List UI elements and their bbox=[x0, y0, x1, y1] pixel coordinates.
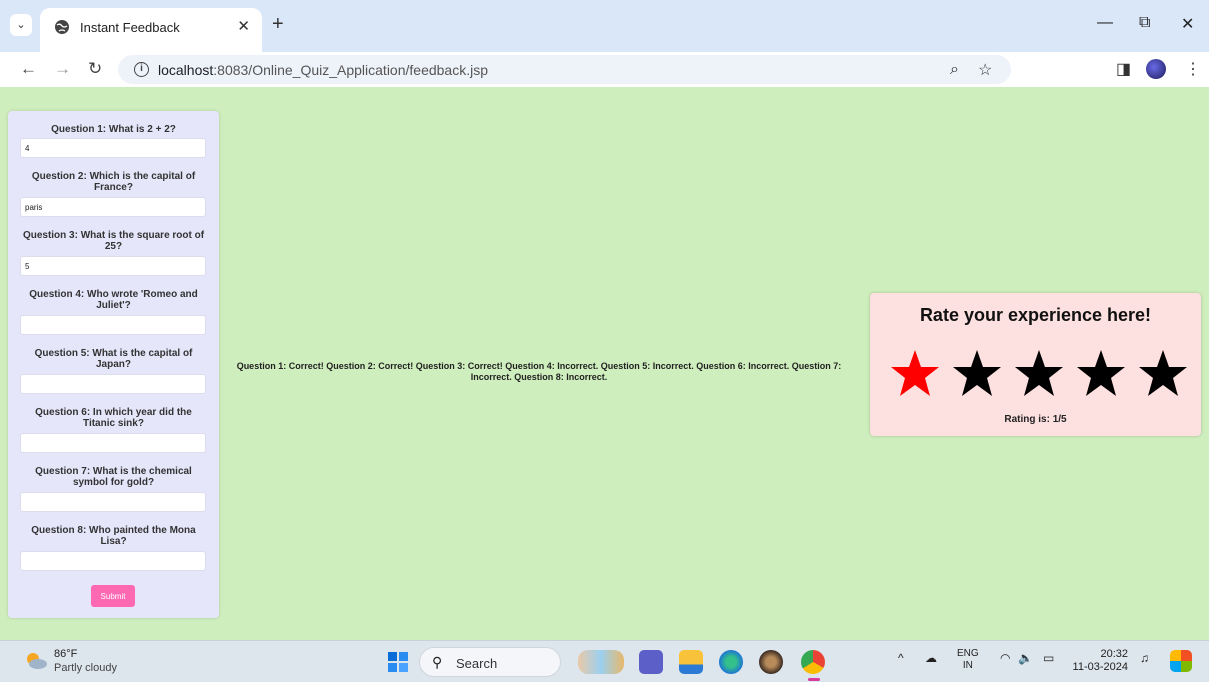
chrome-icon[interactable] bbox=[801, 650, 825, 674]
rating-card: Rate your experience here! Rating is: 1/… bbox=[870, 293, 1201, 436]
onedrive-icon[interactable]: ☁ bbox=[925, 651, 937, 665]
url-host: localhost bbox=[158, 62, 214, 78]
star-3-icon[interactable] bbox=[1014, 348, 1064, 398]
star-2-icon[interactable] bbox=[952, 348, 1002, 398]
file-explorer-icon[interactable] bbox=[679, 650, 703, 674]
question-1-input[interactable] bbox=[20, 138, 206, 158]
zoom-icon[interactable]: ⌕ bbox=[950, 61, 959, 79]
weather-description[interactable]: Partly cloudy bbox=[54, 662, 117, 674]
star-1-icon[interactable] bbox=[890, 348, 940, 398]
star-rating bbox=[890, 348, 1190, 400]
region-code: IN bbox=[962, 660, 973, 671]
restore-icon[interactable]: ⧉ bbox=[1139, 14, 1150, 32]
rating-value-text: Rating is: 1/5 bbox=[1004, 414, 1067, 425]
browser-toolbar: ← → ↻ i localhost:8083/Online_Quiz_Appli… bbox=[0, 52, 1209, 87]
taskbar-search[interactable]: ⚲ Search bbox=[419, 647, 561, 677]
url-path: :8083/Online_Quiz_Application/feedback.j… bbox=[213, 62, 489, 78]
url-text: localhost:8083/Online_Quiz_Application/f… bbox=[158, 62, 488, 78]
show-hidden-icons-icon[interactable]: ^ bbox=[898, 651, 904, 665]
clock[interactable]: 20:32 11-03-2024 bbox=[1070, 648, 1128, 674]
clock-time: 20:32 bbox=[1100, 648, 1128, 660]
partly-cloudy-icon bbox=[27, 653, 47, 669]
question-5-label: Question 5: What is the capital of Japan… bbox=[34, 348, 193, 370]
globe-icon bbox=[55, 20, 69, 34]
clock-date: 11-03-2024 bbox=[1072, 661, 1128, 673]
weather-temperature[interactable]: 86°F bbox=[54, 648, 77, 660]
question-6-label: Question 6: In which year did the Titani… bbox=[35, 407, 192, 429]
notification-bell-icon[interactable]: ♫ bbox=[1140, 651, 1149, 665]
windows-start-icon[interactable] bbox=[388, 652, 408, 672]
input-language[interactable]: ENG IN bbox=[957, 648, 979, 672]
volume-icon[interactable]: 🔈 bbox=[1018, 651, 1033, 665]
app-icon[interactable] bbox=[759, 650, 783, 674]
site-info-icon[interactable]: i bbox=[134, 62, 149, 77]
search-icon: ⚲ bbox=[432, 654, 443, 670]
question-3-input[interactable] bbox=[20, 256, 206, 276]
widgets-icon[interactable] bbox=[578, 650, 624, 674]
question-7-input[interactable] bbox=[20, 492, 206, 512]
question-1-label: Question 1: What is 2 + 2? bbox=[51, 124, 176, 135]
question-3-label: Question 3: What is the square root of 2… bbox=[22, 230, 205, 252]
browser-tab[interactable]: Instant Feedback ✕ bbox=[40, 8, 262, 52]
question-2-label: Question 2: Which is the capital of Fran… bbox=[31, 171, 196, 193]
forward-arrow-icon[interactable]: → bbox=[54, 59, 71, 79]
reload-icon[interactable]: ↻ bbox=[88, 59, 102, 79]
question-8-label: Question 8: Who painted the Mona Lisa? bbox=[31, 525, 196, 547]
rating-title: Rate your experience here! bbox=[919, 305, 1152, 325]
quiz-results-text: Question 1: Correct! Question 2: Correct… bbox=[236, 361, 842, 382]
tab-search-dropdown-icon[interactable]: ⌄ bbox=[10, 14, 32, 36]
active-app-indicator bbox=[808, 678, 820, 681]
quiz-form: Question 1: What is 2 + 2? Question 2: W… bbox=[8, 111, 219, 618]
question-4-input[interactable] bbox=[20, 315, 206, 335]
star-5-icon[interactable] bbox=[1138, 348, 1188, 398]
question-5-input[interactable] bbox=[20, 374, 206, 394]
windows-taskbar: 86°F Partly cloudy ⚲ Search ^ ☁ ENG IN ◠… bbox=[0, 640, 1209, 682]
new-tab-icon[interactable]: + bbox=[272, 13, 284, 35]
bookmark-star-icon[interactable]: ☆ bbox=[978, 60, 992, 80]
copilot-icon[interactable] bbox=[1170, 650, 1192, 672]
side-panel-icon[interactable]: ◨ bbox=[1116, 59, 1131, 79]
question-4-label: Question 4: Who wrote 'Romeo and Juliet'… bbox=[29, 289, 198, 311]
browser-tab-bar: ⌄ Instant Feedback ✕ + — ⧉ ✕ bbox=[0, 0, 1209, 52]
menu-kebab-icon[interactable]: ⋮ bbox=[1185, 59, 1201, 79]
minimize-icon[interactable]: — bbox=[1097, 14, 1113, 32]
question-7-label: Question 7: What is the chemical symbol … bbox=[35, 466, 192, 488]
search-label: Search bbox=[456, 656, 498, 671]
tab-close-icon[interactable]: ✕ bbox=[237, 17, 250, 35]
profile-avatar[interactable] bbox=[1146, 59, 1166, 79]
teams-icon[interactable] bbox=[639, 650, 663, 674]
question-2-input[interactable] bbox=[20, 197, 206, 217]
edge-icon[interactable] bbox=[719, 650, 743, 674]
tab-title: Instant Feedback bbox=[80, 20, 180, 35]
wifi-icon[interactable]: ◠ bbox=[1000, 651, 1010, 665]
back-arrow-icon[interactable]: ← bbox=[20, 59, 37, 79]
question-8-input[interactable] bbox=[20, 551, 206, 571]
question-6-input[interactable] bbox=[20, 433, 206, 453]
battery-icon[interactable]: ▭ bbox=[1043, 651, 1054, 665]
close-window-icon[interactable]: ✕ bbox=[1181, 14, 1194, 34]
address-bar[interactable]: i localhost:8083/Online_Quiz_Application… bbox=[118, 55, 1011, 84]
submit-button[interactable]: Submit bbox=[91, 585, 135, 607]
language-code: ENG bbox=[957, 648, 979, 659]
star-4-icon[interactable] bbox=[1076, 348, 1126, 398]
